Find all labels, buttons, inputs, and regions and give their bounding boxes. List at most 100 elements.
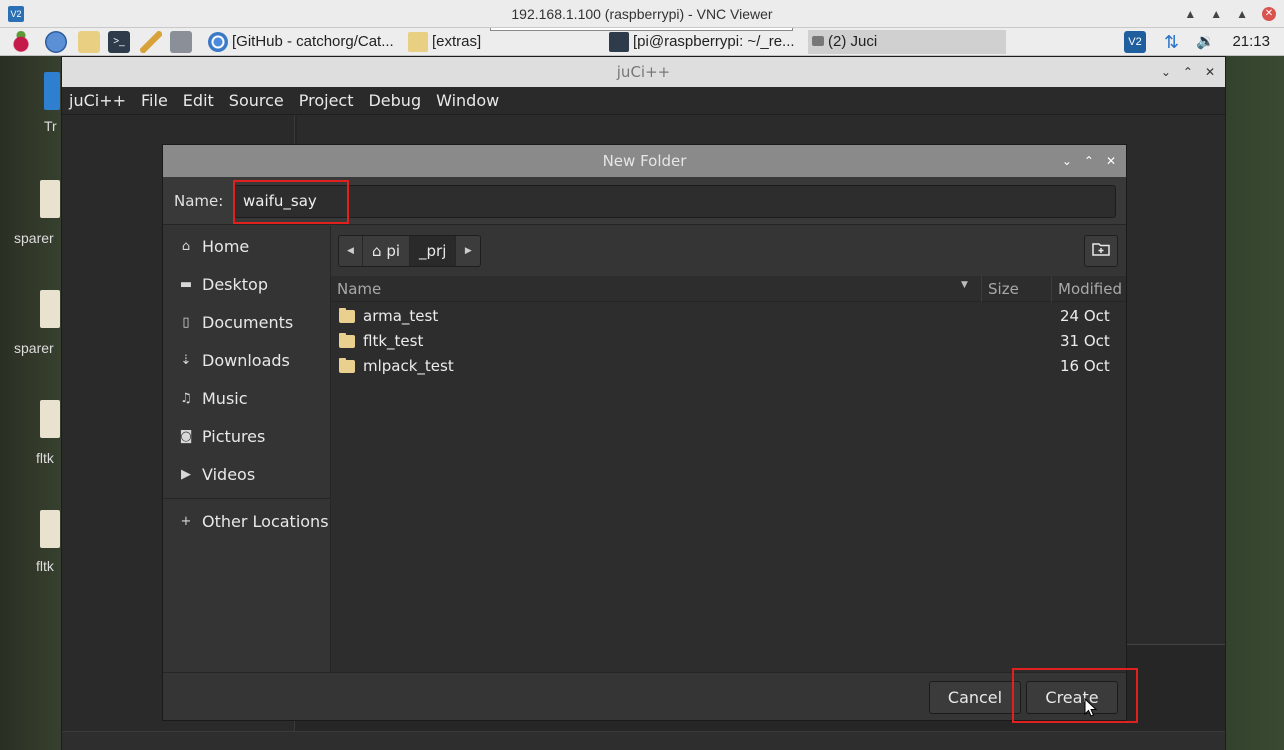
task-label: [GitHub - catchorg/Cat... (232, 33, 394, 50)
dialog-title-bar: New Folder ⌄ ⌃ ✕ (163, 145, 1126, 177)
vnc-close-button[interactable]: ✕ (1262, 7, 1276, 21)
place-videos[interactable]: ▶ Videos (163, 458, 331, 492)
file-modified: 31 Oct (1060, 332, 1110, 350)
breadcrumb: ◀ ⌂ pi _prj ▶ (338, 235, 482, 267)
task-extras[interactable]: [extras] (406, 30, 602, 54)
menu-file[interactable]: File (141, 91, 168, 110)
places-sidebar: ⌂ Home ▬ Desktop ▯ Documents ⇣ Downloads… (163, 226, 331, 672)
place-label: Home (202, 237, 250, 256)
window-icon (812, 36, 824, 46)
dialog-close-button[interactable]: ✕ (1106, 145, 1116, 177)
raspberry-menu-icon[interactable] (10, 31, 32, 53)
desktop-label-spare2: sparer (14, 340, 54, 356)
juci-status-bar (62, 731, 1225, 750)
task-label: [pi@raspberrypi: ~/_re... (633, 33, 795, 50)
file-row[interactable]: mlpack_test 16 Oct (331, 354, 1126, 379)
juci-minimize-button[interactable]: ⌄ (1161, 57, 1171, 87)
column-size[interactable]: Size (988, 280, 1019, 298)
task-terminal[interactable]: [pi@raspberrypi: ~/_re... (607, 30, 804, 54)
new-folder-icon (1092, 243, 1110, 256)
file-list-header: Name ▼ Size Modified (331, 276, 1126, 302)
dialog-footer: Cancel Create (163, 672, 1126, 720)
folder-icon (339, 333, 355, 348)
column-name[interactable]: Name (337, 280, 381, 298)
file-name: arma_test (363, 307, 439, 325)
vnc-window-title: 192.168.1.100 (raspberrypi) - VNC Viewer (511, 6, 773, 22)
desktop-file-icon[interactable] (40, 180, 60, 218)
terminal-icon (609, 32, 629, 52)
terminal-icon[interactable]: >_ (108, 31, 130, 53)
breadcrumb-current[interactable]: _prj (410, 236, 457, 266)
place-pictures[interactable]: ◙ Pictures (163, 420, 331, 454)
file-manager-icon[interactable] (78, 31, 100, 53)
vnc-expand-button[interactable]: ▲ (1236, 0, 1248, 28)
folder-icon (339, 358, 355, 373)
dialog-maximize-button[interactable]: ⌃ (1084, 145, 1094, 177)
text-editor-icon[interactable] (140, 31, 162, 53)
sort-down-icon: ▼ (961, 280, 968, 290)
trash-icon[interactable] (44, 72, 60, 110)
download-icon: ⇣ (180, 353, 192, 368)
breadcrumb-back-button[interactable]: ◀ (339, 236, 363, 266)
menu-window[interactable]: Window (436, 91, 499, 110)
place-documents[interactable]: ▯ Documents (163, 306, 331, 340)
file-row[interactable]: arma_test 24 Oct (331, 304, 1126, 329)
plus-icon: + (180, 514, 192, 529)
vnc-tray-icon[interactable]: V2 (1124, 31, 1146, 53)
breadcrumb-label: pi (386, 242, 401, 260)
menu-project[interactable]: Project (299, 91, 354, 110)
file-modified: 24 Oct (1060, 307, 1110, 325)
folder-name-input[interactable]: waifu_say (233, 185, 1116, 218)
dialog-minimize-button[interactable]: ⌄ (1062, 145, 1072, 177)
menu-debug[interactable]: Debug (368, 91, 421, 110)
desktop-file-icon[interactable] (40, 290, 60, 328)
music-icon: ♫ (180, 391, 192, 406)
place-home[interactable]: ⌂ Home (163, 230, 331, 264)
desktop-label-spare1: sparer (14, 230, 54, 246)
desktop-label-fltk2: fltk (36, 558, 54, 574)
new-folder-dialog: New Folder ⌄ ⌃ ✕ Name: waifu_say ⌂ Home … (162, 144, 1127, 721)
dialog-title: New Folder (602, 152, 687, 170)
place-label: Downloads (202, 351, 290, 370)
place-music[interactable]: ♫ Music (163, 382, 331, 416)
column-divider[interactable] (1051, 276, 1052, 302)
desktop-label-fltk1: fltk (36, 450, 54, 466)
settings-tool-icon[interactable] (170, 31, 192, 53)
column-divider[interactable] (981, 276, 982, 302)
place-desktop[interactable]: ▬ Desktop (163, 268, 331, 302)
path-bar: ◀ ⌂ pi _prj ▶ (331, 226, 1126, 276)
file-row[interactable]: fltk_test 31 Oct (331, 329, 1126, 354)
name-label: Name: (174, 192, 224, 210)
place-label: Music (202, 389, 248, 408)
place-label: Desktop (202, 275, 268, 294)
desktop-file-icon[interactable] (40, 400, 60, 438)
folder-icon (408, 32, 428, 52)
create-folder-button[interactable] (1084, 235, 1118, 267)
place-label: Pictures (202, 427, 266, 446)
vnc-restore-button[interactable]: ▲ (1210, 0, 1222, 28)
breadcrumb-home[interactable]: ⌂ pi (363, 236, 411, 266)
create-button[interactable]: Create (1026, 681, 1118, 714)
column-modified[interactable]: Modified (1058, 280, 1122, 298)
juci-close-button[interactable]: ✕ (1205, 57, 1215, 87)
clock: 21:13 (1232, 33, 1270, 50)
desktop-file-icon[interactable] (40, 510, 60, 548)
task-juci[interactable]: (2) Juci (808, 30, 1006, 54)
menu-juci[interactable]: juCi++ (69, 91, 126, 110)
vnc-title-bar: V2 192.168.1.100 (raspberrypi) - VNC Vie… (0, 0, 1284, 28)
vnc-minimize-button[interactable]: ▲ (1184, 0, 1196, 28)
web-browser-icon[interactable] (45, 31, 67, 53)
places-divider (163, 498, 331, 499)
place-label: Documents (202, 313, 294, 332)
menu-edit[interactable]: Edit (183, 91, 214, 110)
cancel-button[interactable]: Cancel (929, 681, 1021, 714)
breadcrumb-forward-button[interactable]: ▶ (456, 236, 480, 266)
volume-icon[interactable]: 🔉 (1196, 28, 1215, 56)
place-downloads[interactable]: ⇣ Downloads (163, 344, 331, 378)
juci-maximize-button[interactable]: ⌃ (1183, 57, 1193, 87)
juci-menu-bar: juCi++ File Edit Source Project Debug Wi… (62, 87, 1225, 115)
place-other-locations[interactable]: + Other Locations (163, 505, 331, 539)
task-github[interactable]: [GitHub - catchorg/Cat... (206, 30, 404, 54)
network-icon[interactable]: ⇅ (1164, 28, 1179, 56)
menu-source[interactable]: Source (229, 91, 284, 110)
